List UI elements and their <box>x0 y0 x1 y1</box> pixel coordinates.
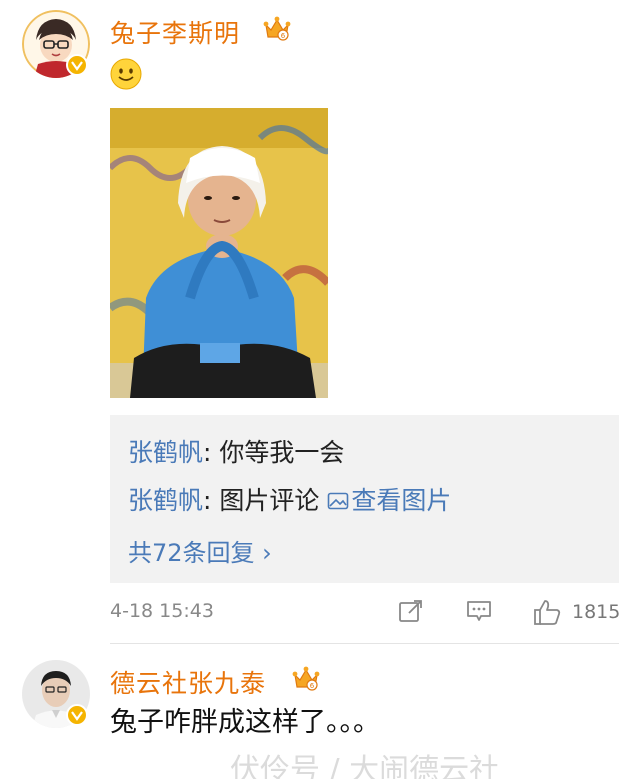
comment-text: 兔子咋胖成这样了。。。 <box>110 707 380 738</box>
verified-badge-icon <box>66 54 88 76</box>
reply-text: 图片评论 <box>219 486 328 515</box>
like-count: 1815 <box>572 601 619 623</box>
divider <box>110 643 619 644</box>
reply-item[interactable]: 张鹤帆: 图片评论 查看图片 <box>128 481 451 517</box>
reply-separator: : <box>203 486 220 515</box>
reply-separator: : <box>203 438 220 467</box>
watermark: 伏伶号 / 大闹德云社 <box>230 753 500 779</box>
smiley-emoji-icon <box>110 58 142 90</box>
post-author-name[interactable]: 兔子李斯明 <box>110 14 240 50</box>
reply-text: 你等我一会 <box>219 438 345 467</box>
replies-preview[interactable]: 张鹤帆: 你等我一会 张鹤帆: 图片评论 查看图片 共72条回复 › <box>110 415 619 583</box>
post-image[interactable] <box>110 108 328 398</box>
reply-author-name[interactable]: 张鹤帆 <box>128 486 203 515</box>
vip-crown-icon: 6 <box>263 16 291 41</box>
commenter-name[interactable]: 德云社张九泰 <box>110 664 266 700</box>
comment-icon[interactable] <box>466 598 492 624</box>
image-icon <box>328 492 349 510</box>
verified-badge-icon <box>66 704 88 726</box>
post-timestamp: 4-18 15:43 <box>110 600 214 622</box>
reply-author-name[interactable]: 张鹤帆 <box>128 438 203 467</box>
view-image-label: 查看图片 <box>351 486 452 515</box>
view-image-link[interactable]: 查看图片 <box>327 486 451 515</box>
reply-item[interactable]: 张鹤帆: 你等我一会 <box>128 433 344 469</box>
more-replies-link[interactable]: 共72条回复 › <box>128 533 272 568</box>
vip-crown-icon: 6 <box>292 666 320 691</box>
svg-text:6: 6 <box>281 32 286 40</box>
svg-text:6: 6 <box>310 682 315 690</box>
share-icon[interactable] <box>398 598 424 624</box>
like-icon[interactable] <box>532 598 562 626</box>
